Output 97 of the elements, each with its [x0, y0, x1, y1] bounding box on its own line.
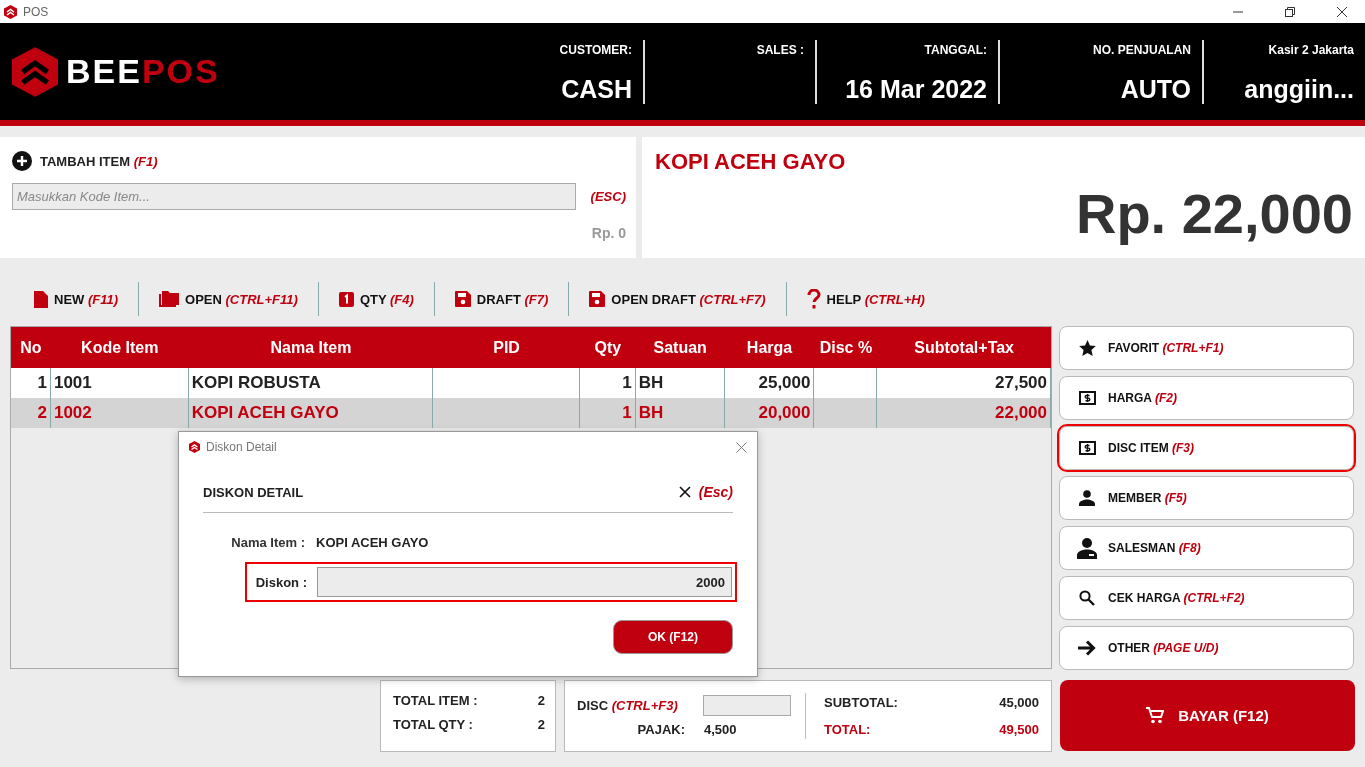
column-header: Subtotal+Tax — [913, 338, 1015, 357]
logo-text: BEEPOS — [66, 52, 220, 91]
table-cell: 27,500 — [995, 373, 1047, 393]
toolbar-button[interactable]: DRAFT (F7) — [444, 291, 559, 307]
discount-field[interactable]: 2000 — [317, 567, 732, 597]
column-header: No — [19, 338, 43, 357]
search-icon — [1079, 590, 1095, 606]
disc-field[interactable] — [703, 695, 791, 716]
column-header: PID — [492, 338, 521, 357]
subtotal-value: 45,000 — [999, 695, 1039, 710]
dollar-bill-icon — [1078, 391, 1096, 405]
side-button[interactable]: FAVORIT (CTRL+F1) — [1059, 326, 1354, 370]
table-row[interactable]: 2 1002 KOPI ACEH GAYO 1 BH 20,000 22,000 — [11, 398, 1051, 428]
table-cell: 25,000 — [758, 373, 811, 393]
header-value: anggiin... — [1244, 74, 1354, 104]
table-row[interactable]: 1 1001 KOPI ROBUSTA 1 BH 25,000 27,500 — [11, 368, 1051, 398]
header-label: CUSTOMER: — [559, 42, 632, 57]
side-button[interactable]: HARGA (F2) — [1059, 376, 1354, 420]
close-icon[interactable] — [1336, 5, 1348, 18]
disc-label: DISC (CTRL+F3) — [577, 698, 679, 713]
floppy-icon — [454, 291, 471, 307]
table-cell: BH — [638, 373, 664, 393]
total-item-label: TOTAL ITEM : — [393, 693, 478, 708]
item-name: KOPI ACEH GAYO — [655, 149, 847, 175]
question-icon — [806, 289, 821, 309]
side-button[interactable]: CEK HARGA (CTRL+F2) — [1059, 576, 1354, 620]
header-value: CASH — [561, 74, 632, 104]
header-label: TANGGAL: — [924, 42, 987, 57]
header-value: AUTO — [1120, 74, 1191, 104]
table-cell: BH — [638, 403, 664, 423]
header-label: NO. PENJUALAN — [1093, 42, 1191, 57]
plus-circle-icon — [12, 151, 32, 171]
table-cell: 1001 — [53, 373, 92, 393]
cart-icon — [1146, 707, 1165, 724]
person-icon — [1079, 490, 1095, 506]
salesman-icon — [1077, 537, 1097, 559]
column-header: Harga — [745, 338, 794, 357]
table-cell: 1 — [622, 403, 632, 423]
header-label: Kasir 2 Jakarta — [1268, 42, 1354, 57]
ok-button[interactable]: OK (F12) — [613, 620, 733, 654]
dollar-bill-icon — [1078, 441, 1096, 455]
total-amount: Rp. 22,000 — [1074, 181, 1353, 246]
column-header: Kode Item — [80, 338, 160, 357]
tax-value: 4,500 — [704, 722, 737, 737]
discount-label: Diskon : — [254, 574, 307, 590]
close-icon[interactable] — [678, 486, 691, 498]
toolbar-button[interactable]: HELP (CTRL+H) — [796, 289, 935, 309]
table-cell: 22,000 — [995, 403, 1047, 423]
total-item-value: 2 — [537, 693, 545, 708]
item-name-value: KOPI ACEH GAYO — [316, 535, 429, 550]
column-header: Satuan — [652, 338, 708, 357]
total-label: TOTAL: — [824, 722, 871, 737]
add-item-title: TAMBAH ITEM (F1) — [40, 153, 158, 169]
folder-icon — [159, 291, 180, 307]
column-header: Nama Item — [269, 338, 353, 357]
app-logo-icon — [4, 4, 17, 19]
star-icon — [1078, 340, 1096, 356]
restore-icon[interactable] — [1284, 5, 1296, 18]
subtotal-label: SUBTOTAL: — [824, 695, 898, 710]
toolbar-button[interactable]: NEW (F11) — [24, 290, 129, 308]
pay-button[interactable]: BAYAR (F12) — [1060, 680, 1355, 751]
logo-icon — [12, 46, 58, 97]
table-cell: KOPI ACEH GAYO — [191, 403, 339, 423]
total-qty-value: 2 — [537, 717, 545, 732]
tax-label: PAJAK: — [636, 722, 685, 737]
total-value: 49,500 — [999, 722, 1039, 737]
side-button[interactable]: MEMBER (F5) — [1059, 476, 1354, 520]
side-button[interactable]: SALESMAN (F8) — [1059, 526, 1354, 570]
item-code-field[interactable]: Masukkan Kode Item... — [12, 183, 576, 210]
table-cell: 1002 — [53, 403, 92, 423]
header-label: SALES : — [756, 42, 804, 57]
square-one-icon — [338, 291, 354, 307]
floppy-icon — [589, 291, 606, 307]
shortcut-hint: (Esc) — [698, 484, 733, 500]
column-header: Qty — [593, 338, 623, 357]
dialog-heading: DISKON DETAIL — [203, 484, 304, 500]
toolbar-button[interactable]: QTY (F4) — [328, 291, 424, 307]
dialog-title: Diskon Detail — [206, 440, 277, 454]
arrow-right-icon — [1078, 640, 1096, 656]
side-button[interactable]: DISC ITEM (F3) — [1059, 426, 1354, 470]
table-cell: KOPI ROBUSTA — [191, 373, 321, 393]
total-qty-label: TOTAL QTY : — [393, 717, 473, 732]
item-name-label: Nama Item : — [230, 535, 305, 550]
toolbar-button[interactable]: OPEN (CTRL+F11) — [149, 291, 308, 307]
toolbar-button[interactable]: OPEN DRAFT (CTRL+F7) — [579, 291, 776, 307]
header-value: 16 Mar 2022 — [845, 74, 987, 104]
file-icon — [34, 290, 48, 308]
table-cell: 1 — [37, 373, 47, 393]
table-cell: 2 — [37, 403, 47, 423]
table-cell: 1 — [622, 373, 632, 393]
column-header: Disc % — [818, 338, 874, 357]
item-price: Rp. 0 — [590, 225, 626, 241]
shortcut-hint: (ESC) — [590, 189, 626, 204]
side-button[interactable]: OTHER (PAGE U/D) — [1059, 626, 1354, 670]
app-logo-icon — [189, 441, 200, 453]
table-cell: 20,000 — [758, 403, 811, 423]
window-title: POS — [23, 4, 49, 19]
